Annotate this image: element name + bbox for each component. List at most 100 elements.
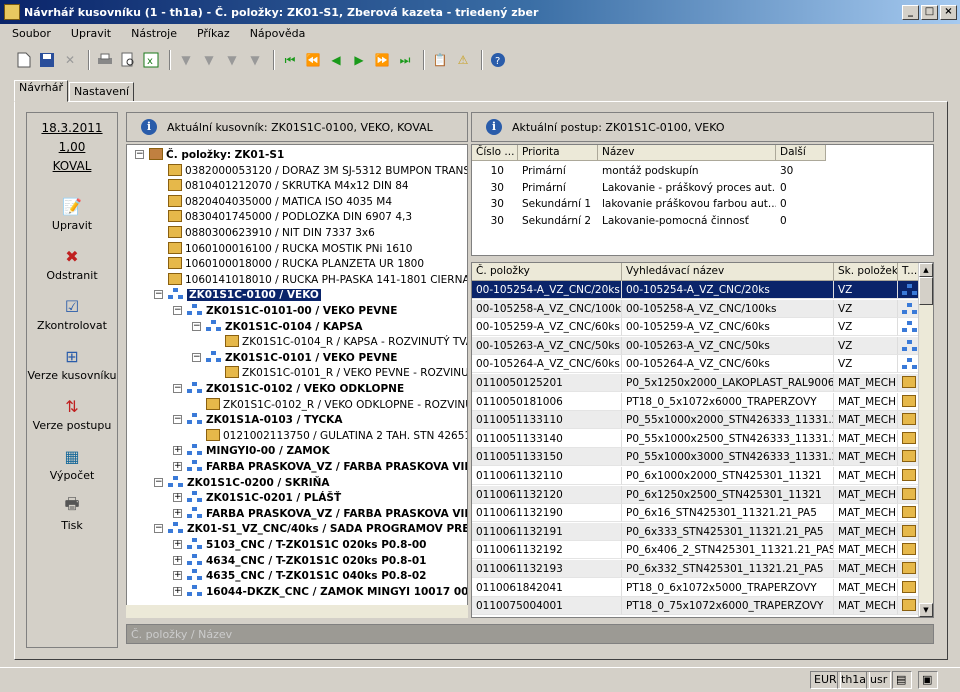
menu-soubor[interactable]: Soubor [0, 26, 59, 44]
tree-node[interactable]: 0820404035000 / MATICA ISO 4035 M4 [168, 194, 392, 210]
operation-row[interactable]: 10 Primární montáž podskupín 30 [472, 163, 872, 180]
tree-node[interactable]: ZK01S1C-0104_R / KAPSA - ROZVINUTÝ TVAR [225, 334, 467, 350]
tree-node[interactable]: 4635_CNC / T-ZK01S1C 040ks P0.8-02 [187, 568, 426, 584]
menu-prikaz[interactable]: Příkaz [185, 26, 238, 44]
item-row[interactable]: 0110061132110 P0_6x1000x2000_STN425301_11… [472, 467, 920, 485]
notification-icon[interactable]: ▤ [892, 671, 912, 689]
items-vertical-scrollbar[interactable]: ▲ ▼ [918, 263, 933, 617]
delete-icon[interactable]: ✕ [60, 50, 80, 70]
previous-page-icon[interactable]: ⏪ [303, 50, 323, 70]
route-operations-grid[interactable]: Číslo ... Priorita Název Další 10 Primárn… [471, 144, 934, 256]
tree-node[interactable]: ZK01S1C-0100 / VEKO [168, 287, 321, 303]
tab-navrhar[interactable]: Návrhář [14, 80, 69, 102]
col-item-number[interactable]: Č. položky [472, 263, 622, 281]
bom-version[interactable]: 1,00 [27, 140, 117, 154]
item-row[interactable]: 0110050181006 PT18_0_5x1072x6000_TRAPERZO… [472, 392, 920, 411]
item-row[interactable]: 00-105254-A_VZ_CNC/20ks 00-105254-A_VZ_CN… [472, 281, 920, 299]
item-row[interactable]: 0110051133140 P0_55x1000x2500_STN426333_1… [472, 429, 920, 448]
col-item-group[interactable]: Sk. položek [834, 263, 898, 281]
menu-nastroje[interactable]: Nástroje [119, 26, 185, 44]
tree-node[interactable]: 5103_CNC / T-ZK01S1C 020ks P0.8-00 [187, 537, 426, 553]
tree-node[interactable]: 0121002113750 / GULATINA 2 TAH. STN 4265… [206, 428, 467, 444]
previous-record-icon[interactable]: ◀ [326, 50, 346, 70]
tree-node[interactable]: Č. položky: ZK01-S1 [149, 147, 284, 163]
user-indicator[interactable]: usr [866, 671, 892, 689]
tree-expander-icon[interactable]: − [173, 384, 182, 393]
tree-node[interactable]: ZK01S1C-0102 / VEKO ODKLOPNE [187, 381, 404, 397]
tree-node[interactable]: 0810401212070 / SKRUTKA M4x12 DIN 84 [168, 178, 409, 194]
tree-node[interactable]: 0382000053120 / DORAZ 3M SJ-5312 BUMPON … [168, 163, 467, 179]
tree-node[interactable]: ZK01S1C-0104 / KAPSA [206, 319, 363, 335]
filter-clear-icon[interactable]: ▼ [245, 50, 265, 70]
filter-advanced-icon[interactable]: ▼ [222, 50, 242, 70]
check-button[interactable]: ☑ Zkontrolovat [27, 295, 117, 333]
tree-expander-icon[interactable]: + [173, 508, 182, 518]
tree-node[interactable]: 16044-DKZK_CNC / ZAMOK MINGYI 10017 0040… [187, 584, 467, 600]
clipboard-icon[interactable]: 📋 [430, 50, 450, 70]
item-row[interactable]: 00-105263-A_VZ_CNC/50ks 00-105263-A_VZ_CN… [472, 336, 920, 355]
print-icon[interactable] [95, 50, 115, 70]
item-row[interactable]: 0110061132192 P0_6x406_2_STN425301_11321.… [472, 541, 920, 560]
tree-expander-icon[interactable]: − [154, 477, 163, 487]
tree-node[interactable]: ZK01S1C-0101 / VEKO PEVNE [206, 350, 397, 366]
new-icon[interactable] [14, 50, 34, 70]
item-row[interactable]: 0110050125201 P0_5x1250x2000_LAKOPLAST_RA… [472, 374, 920, 392]
tree-node[interactable]: 1060100018000 / RUCKA PLANZETA UR 1800 [168, 256, 424, 272]
item-row[interactable]: 0110061132190 P0_6x16_STN425301_11321.21_… [472, 504, 920, 523]
last-record-icon[interactable]: ⏭ [395, 50, 415, 70]
tree-expander-icon[interactable]: + [173, 446, 182, 456]
tree-node[interactable]: 0880300623910 / NIT DIN 7337 3x6 [168, 225, 375, 241]
tree-expander-icon[interactable]: − [173, 306, 182, 315]
operation-row[interactable]: 30 Primární Lakovanie - práškový proces au… [472, 180, 872, 197]
calculation-button[interactable]: ▦ Výpočet [27, 445, 117, 483]
tree-horizontal-scrollbar[interactable] [126, 605, 468, 618]
bom-version-button[interactable]: ⊞ Verze kusovníku [27, 345, 117, 383]
filter-selection-icon[interactable]: ▼ [199, 50, 219, 70]
tree-node[interactable]: 0830401745000 / PODLOZKA DIN 6907 4,3 [168, 209, 412, 225]
tree-expander-icon[interactable]: + [173, 555, 182, 565]
item-row[interactable]: 00-105259-A_VZ_CNC/60ks 00-105259-A_VZ_CN… [472, 318, 920, 337]
filter-icon[interactable]: ▼ [176, 50, 196, 70]
operation-row[interactable]: 30 Sekundární 2 Lakovanie-pomocná činnosť 0 [472, 213, 872, 230]
tree-node[interactable]: 4634_CNC / T-ZK01S1C 020ks P0.8-01 [187, 553, 426, 569]
route-version-button[interactable]: ⇅ Verze postupu [27, 395, 117, 433]
tree-node[interactable]: ZK01S1A-0103 / TYCKA [187, 412, 342, 428]
tree-expander-icon[interactable]: + [173, 493, 182, 503]
minimize-button[interactable]: _ [902, 4, 919, 20]
items-grid[interactable]: Č. položky Vyhledávací název Sk. položek… [471, 262, 934, 618]
scroll-thumb[interactable] [919, 277, 933, 305]
save-icon[interactable] [37, 50, 57, 70]
first-record-icon[interactable]: ⏮ [280, 50, 300, 70]
item-row[interactable]: 0110061842041 PT18_0_6x1072x5000_TRAPERZO… [472, 578, 920, 597]
maximize-button[interactable]: □ [921, 4, 938, 20]
tree-node[interactable]: 1060141018010 / RUCKA PH-PASKA 141-1801 … [168, 272, 467, 288]
item-row[interactable]: 0110061132120 P0_6x1250x2500_STN425301_11… [472, 485, 920, 504]
scroll-down-icon[interactable]: ▼ [919, 603, 933, 617]
item-row[interactable]: 00-105258-A_VZ_CNC/100ks 00-105258-A_VZ_C… [472, 299, 920, 318]
help-icon[interactable]: ? [488, 50, 508, 70]
col-cislo[interactable]: Číslo ... [472, 145, 518, 161]
item-row[interactable]: 0110075004001 PT18_0_75x1072x6000_TRAPERZ… [472, 597, 920, 616]
tree-node[interactable]: ZK01-S1_VZ_CNC/40ks / SADA PROGRAMOV PRE… [168, 521, 467, 537]
tree-node[interactable]: ZK01S1C-0102_R / VEKO ODKLOPNE - ROZVINU… [206, 397, 467, 413]
item-row[interactable]: 0110051133150 P0_55x1000x3000_STN426333_1… [472, 448, 920, 467]
next-record-icon[interactable]: ▶ [349, 50, 369, 70]
scroll-up-icon[interactable]: ▲ [919, 263, 933, 277]
item-row[interactable]: 0110061132193 P0_6x332_STN425301_11321.21… [472, 560, 920, 578]
delete-button[interactable]: ✖ Odstranit [27, 245, 117, 283]
tree-node[interactable]: ZK01S1C-0201 / PLÁŠŤ [187, 490, 341, 506]
operation-row[interactable]: 30 Sekundární 1 lakovanie práškovou farbou… [472, 196, 872, 213]
tree-expander-icon[interactable]: − [173, 415, 182, 425]
item-row[interactable]: 0110061132191 P0_6x333_STN425301_11321.21… [472, 522, 920, 541]
col-search-name[interactable]: Vyhledávací název [622, 263, 834, 281]
tree-expander-icon[interactable]: − [192, 321, 201, 331]
bom-date[interactable]: 18.3.2011 [27, 121, 117, 135]
tree-expander-icon[interactable]: + [173, 586, 182, 596]
col-nazev[interactable]: Název [598, 145, 776, 161]
tree-expander-icon[interactable]: + [173, 540, 182, 549]
tree-node[interactable]: FARBA PRASKOVA_VZ / FARBA PRASKOVA VIRT [187, 459, 467, 475]
next-page-icon[interactable]: ⏩ [372, 50, 392, 70]
print-button[interactable]: 🖶 Tisk [27, 494, 117, 533]
close-button[interactable]: × [940, 4, 957, 20]
item-row[interactable]: 0110051133110 P0_55x1000x2000_STN426333_1… [472, 411, 920, 430]
